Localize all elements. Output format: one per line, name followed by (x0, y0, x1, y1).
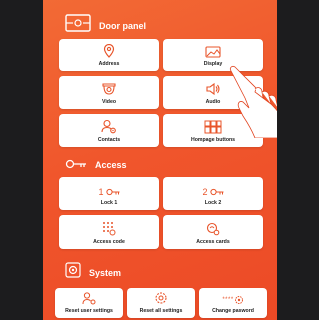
reset-all-settings-label: Reset all settings (139, 308, 183, 314)
password-mask: **** (222, 297, 234, 303)
reset-user-settings-label: Reset user settings (65, 308, 113, 314)
device-bezel-left (0, 0, 43, 320)
door-panel-header: Door panel (65, 14, 146, 37)
lock-2-key-icon: 2 (202, 187, 223, 197)
display-label: Display (203, 61, 223, 67)
gear-reset-icon (154, 291, 168, 305)
contacts-button[interactable]: Contacts (59, 114, 159, 147)
system-title: System (89, 267, 122, 278)
access-cards-button[interactable]: Access cards (163, 215, 263, 249)
contacts-gear-icon (101, 119, 117, 134)
change-password-button[interactable]: **** Change pasword (199, 288, 267, 318)
reset-all-settings-button[interactable]: Reset all settings (127, 288, 195, 318)
access-code-button[interactable]: Access code (59, 215, 159, 249)
lock-2-button[interactable]: 2 Lock 2 (163, 177, 263, 210)
settings-screen: Door panel Address Display Video Audio C… (43, 0, 277, 320)
lock-1-label: Lock 1 (100, 200, 118, 206)
door-panel-icon (65, 14, 91, 37)
speaker-icon (205, 82, 221, 96)
address-label: Address (98, 61, 120, 67)
system-header: System (65, 262, 121, 283)
keypad-icon (102, 221, 116, 236)
address-button[interactable]: Address (59, 39, 159, 71)
grid-buttons-icon (204, 120, 222, 134)
lock-2-number: 2 (202, 187, 208, 197)
access-code-label: Access code (93, 239, 125, 245)
user-reset-icon (82, 292, 96, 305)
reset-user-settings-button[interactable]: Reset user settings (55, 288, 123, 318)
device-bezel-right (277, 0, 319, 320)
card-reader-icon (206, 222, 220, 236)
location-pin-icon (103, 44, 115, 58)
lock-1-number: 1 (98, 187, 104, 197)
lock-2-label: Lock 2 (204, 200, 222, 206)
key-icon (65, 156, 87, 174)
door-panel-title: Door panel (99, 20, 147, 31)
access-title: Access (95, 160, 127, 170)
access-header: Access (65, 156, 127, 174)
lock-1-button[interactable]: 1 Lock 1 (59, 177, 159, 210)
audio-label: Audio (205, 99, 221, 105)
change-password-label: Change pasword (212, 308, 254, 314)
camera-icon (101, 82, 117, 96)
gear-icon (65, 262, 81, 283)
access-cards-label: Access cards (196, 239, 230, 245)
video-label: Video (101, 99, 117, 105)
image-icon (205, 46, 221, 58)
contacts-label: Contacts (97, 137, 121, 143)
lock-1-key-icon: 1 (98, 187, 119, 197)
password-gear-icon: **** (222, 295, 243, 305)
video-button[interactable]: Video (59, 76, 159, 109)
pointing-hand-icon (229, 65, 277, 138)
